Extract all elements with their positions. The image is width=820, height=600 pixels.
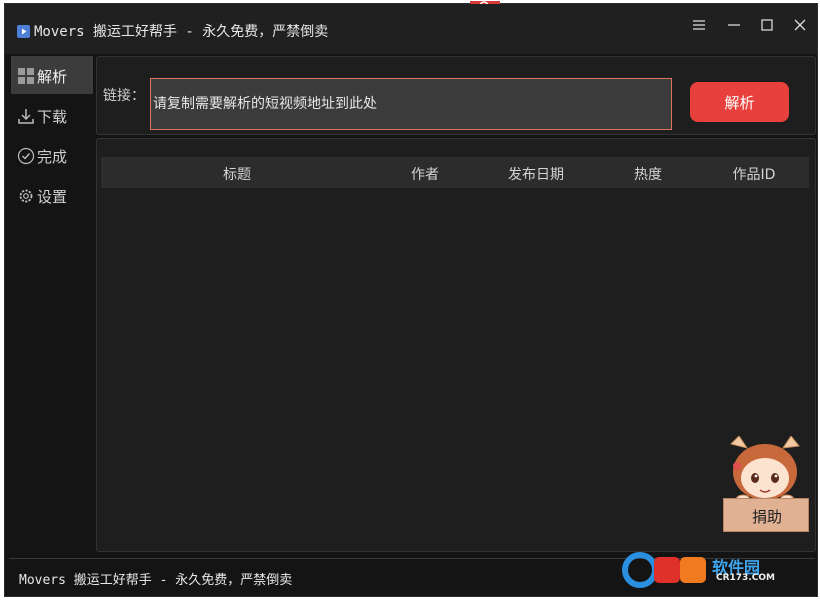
sidebar-item-label: 完成 (37, 148, 68, 166)
check-circle-icon (17, 147, 35, 165)
watermark: 软件园 CR173.COM (620, 549, 800, 591)
results-panel: 标题 作者 发布日期 热度 作品ID (96, 138, 816, 552)
watermark-logo-icon (622, 552, 706, 588)
grid-icon (17, 67, 35, 85)
watermark-domain: CR173.COM (716, 573, 775, 583)
url-input[interactable] (150, 78, 672, 130)
download-icon (17, 107, 35, 125)
parse-button[interactable]: 解析 (690, 82, 789, 122)
status-text: Movers 搬运工好帮手 - 永久免费，严禁倒卖 (19, 573, 293, 588)
sidebar-item-done[interactable]: 完成 (11, 136, 93, 174)
minimize-icon[interactable] (723, 14, 745, 36)
mascot-icon (730, 435, 800, 506)
column-header-author[interactable]: 作者 (411, 164, 439, 184)
app-window: Movers 搬运工好帮手 - 永久免费，严禁倒卖 解析 下载 完成 设置 链接… (4, 1, 818, 597)
sidebar-item-parse[interactable]: 解析 (11, 56, 93, 94)
sidebar-item-download[interactable]: 下载 (11, 96, 93, 134)
window-title: Movers 搬运工好帮手 - 永久免费，严禁倒卖 (34, 24, 329, 40)
sidebar: 解析 下载 完成 设置 (9, 56, 95, 556)
title-bar: Movers 搬运工好帮手 - 永久免费，严禁倒卖 (5, 4, 817, 54)
close-icon[interactable] (789, 14, 811, 36)
maximize-icon[interactable] (756, 14, 778, 36)
donate-button[interactable]: 捐助 (723, 498, 809, 532)
sidebar-item-label: 设置 (37, 188, 68, 206)
app-logo-icon (17, 25, 30, 38)
column-header-date[interactable]: 发布日期 (508, 164, 564, 184)
donate-widget[interactable]: 捐助 (719, 435, 811, 536)
menu-icon[interactable] (688, 14, 710, 36)
column-header-popularity[interactable]: 热度 (634, 164, 662, 184)
sidebar-item-label: 解析 (37, 68, 68, 86)
gear-icon (17, 187, 35, 205)
donate-label: 捐助 (751, 508, 782, 526)
sidebar-item-label: 下载 (37, 108, 68, 126)
column-header-work-id[interactable]: 作品ID (733, 164, 776, 184)
table-header: 标题 作者 发布日期 热度 作品ID (101, 157, 809, 188)
link-label: 链接： (103, 88, 145, 104)
column-header-title[interactable]: 标题 (223, 164, 251, 184)
link-panel: 链接： 解析 (96, 56, 816, 135)
sidebar-item-settings[interactable]: 设置 (11, 176, 93, 214)
